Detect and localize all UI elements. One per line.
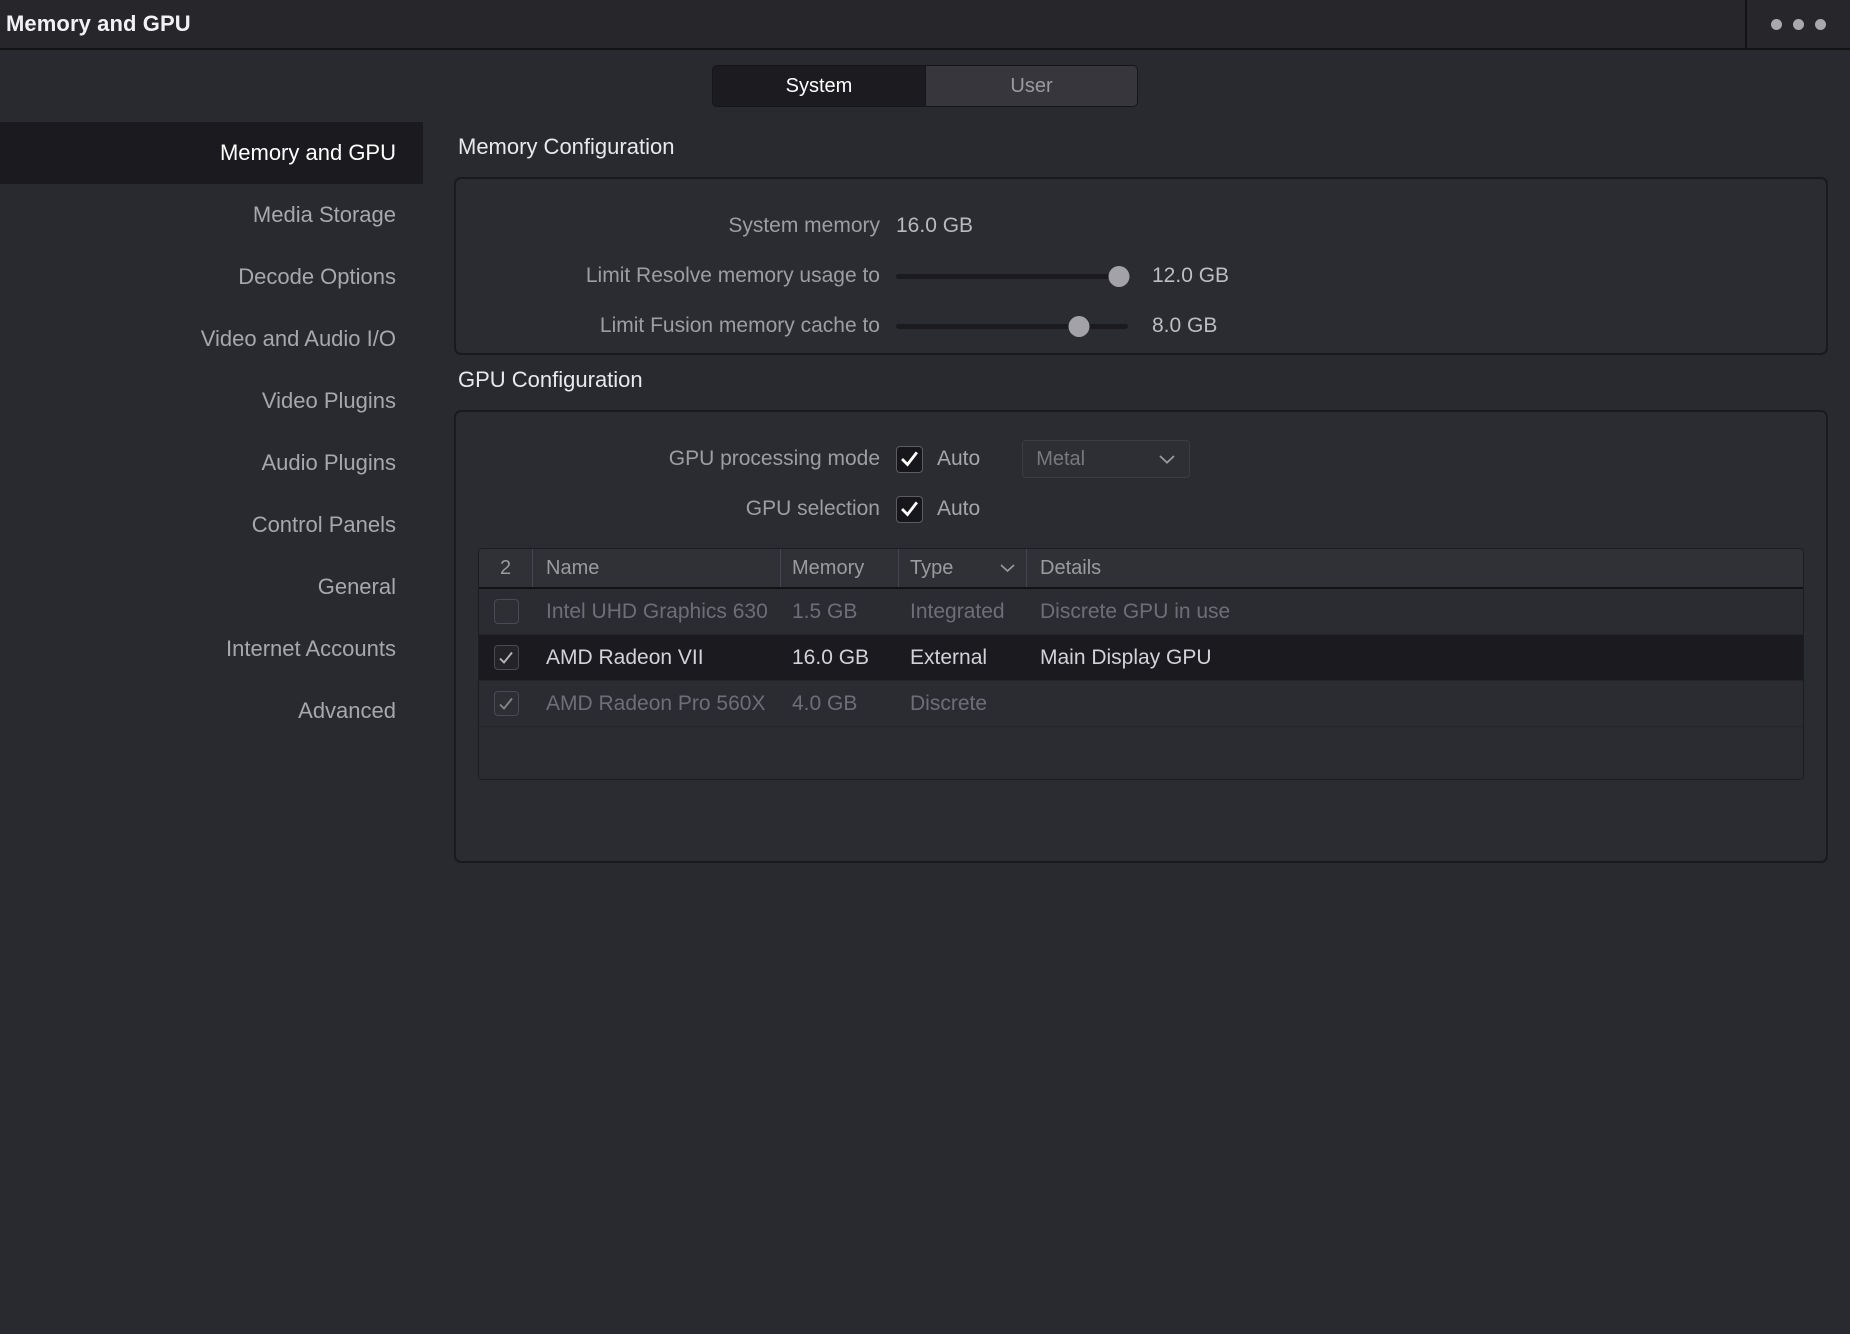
slider-thumb[interactable] [1068,315,1090,337]
gpu-processing-mode-auto-label: Auto [937,447,981,470]
gpu-configuration-panel: GPU processing mode Auto Metal GPU selec… [454,410,1828,863]
sidebar-item-memory-and-gpu[interactable]: Memory and GPU [0,122,423,184]
limit-fusion-cache-label: Limit Fusion memory cache to [599,314,880,337]
slider-track [896,273,1128,279]
settings-content: Memory Configuration System memory 16.0 … [423,122,1850,1334]
chevron-down-icon [1159,454,1175,464]
gpu-row-memory: 16.0 GB [792,645,870,669]
gpu-row-name: AMD Radeon VII [546,645,704,669]
row-limit-resolve-memory: Limit Resolve memory usage to 12.0 GB [456,251,1826,301]
limit-resolve-memory-label: Limit Resolve memory usage to [585,264,880,287]
gpu-table-header-name[interactable]: Name [533,549,781,587]
tab-user[interactable]: User [925,66,1137,106]
gpu-row-checkbox[interactable] [493,691,519,716]
gpu-processing-mode-auto-checkbox[interactable] [896,445,923,473]
row-gpu-processing-mode: GPU processing mode Auto Metal [456,434,1826,484]
sidebar-item-video-plugins[interactable]: Video Plugins [0,370,423,432]
window-title: Memory and GPU [6,11,191,36]
checkmark-icon [901,451,918,467]
gpu-table-header-details[interactable]: Details [1027,549,1803,587]
gpu-processing-mode-label: GPU processing mode [668,447,880,470]
slider-track [896,323,1128,329]
gpu-row-memory: 1.5 GB [792,599,858,623]
sidebar-item-control-panels[interactable]: Control Panels [0,494,423,556]
checkmark-icon [499,697,513,710]
gpu-row-memory: 4.0 GB [792,691,858,715]
sidebar-item-advanced[interactable]: Advanced [0,680,423,742]
gpu-table-header: 2 Name Memory Type Details [479,549,1803,589]
gpu-row-type: External [910,645,988,669]
gpu-row-name: Intel UHD Graphics 630 [546,599,768,623]
system-memory-value: 16.0 GB [896,214,974,237]
memory-configuration-heading: Memory Configuration [458,134,675,159]
scope-tabbar: System User [0,50,1850,122]
sidebar-item-video-and-audio-io[interactable]: Video and Audio I/O [0,308,423,370]
sidebar-item-audio-plugins[interactable]: Audio Plugins [0,432,423,494]
gpu-selection-auto-checkbox[interactable] [896,495,923,523]
limit-fusion-cache-value: 8.0 GB [1152,314,1218,337]
gpu-table-empty-space [479,727,1803,779]
settings-sidebar: Memory and GPU Media Storage Decode Opti… [0,122,423,1334]
window-titlebar: Memory and GPU [0,0,1850,50]
limit-fusion-cache-slider[interactable] [896,315,1128,337]
gpu-row-checkbox-cell [479,599,533,624]
ellipsis-icon-dot-3 [1815,18,1826,30]
slider-thumb[interactable] [1108,265,1130,287]
gpu-table-header-count: 2 [479,549,533,587]
ellipsis-icon-dot-1 [1771,18,1782,30]
row-gpu-selection: GPU selection Auto [456,484,1826,534]
sidebar-item-media-storage[interactable]: Media Storage [0,184,423,246]
gpu-processing-mode-dropdown-value: Metal [1036,447,1086,470]
gpu-row-details: Discrete GPU in use [1040,599,1231,623]
row-limit-fusion-cache: Limit Fusion memory cache to 8.0 GB [456,301,1826,351]
sidebar-item-general[interactable]: General [0,556,423,618]
gpu-row-checkbox-cell [479,691,533,716]
gpu-row-checkbox[interactable] [493,599,519,624]
main-body: Memory and GPU Media Storage Decode Opti… [0,122,1850,1334]
system-memory-label: System memory [728,214,880,237]
limit-resolve-memory-slider[interactable] [896,265,1130,287]
scope-segmented-control: System User [712,65,1138,107]
gpu-table-header-memory[interactable]: Memory [781,549,899,587]
gpu-processing-mode-dropdown[interactable]: Metal [1022,440,1191,478]
table-row[interactable]: AMD Radeon Pro 560X 4.0 GB Discrete [479,681,1803,727]
tab-system[interactable]: System [713,66,925,106]
table-row[interactable]: AMD Radeon VII 16.0 GB External Main Dis… [479,635,1803,681]
checkmark-icon [499,651,513,664]
gpu-selection-label: GPU selection [745,497,880,520]
sidebar-item-decode-options[interactable]: Decode Options [0,246,423,308]
gpu-row-type: Discrete [910,691,988,715]
sidebar-item-internet-accounts[interactable]: Internet Accounts [0,618,423,680]
gpu-table-header-type[interactable]: Type [899,549,1027,587]
gpu-row-type: Integrated [910,599,1005,623]
gpu-selection-auto-label: Auto [937,497,981,520]
gpu-row-name: AMD Radeon Pro 560X [546,691,766,715]
gpu-list-table: 2 Name Memory Type Details Intel UHD Gra… [478,548,1804,780]
memory-configuration-panel: System memory 16.0 GB Limit Resolve memo… [454,177,1828,355]
ellipsis-icon-dot-2 [1793,18,1804,30]
table-row[interactable]: Intel UHD Graphics 630 1.5 GB Integrated… [479,589,1803,635]
limit-resolve-memory-value: 12.0 GB [1152,264,1230,287]
gpu-row-checkbox-cell [479,645,533,670]
gpu-configuration-heading: GPU Configuration [458,367,643,392]
window-options-button[interactable] [1745,0,1850,48]
gpu-row-checkbox[interactable] [493,645,519,670]
row-system-memory: System memory 16.0 GB [456,201,1826,251]
gpu-table-header-type-label: Type [910,556,954,579]
chevron-down-icon [1000,564,1015,573]
gpu-row-details: Main Display GPU [1040,645,1212,669]
checkmark-icon [901,501,918,517]
